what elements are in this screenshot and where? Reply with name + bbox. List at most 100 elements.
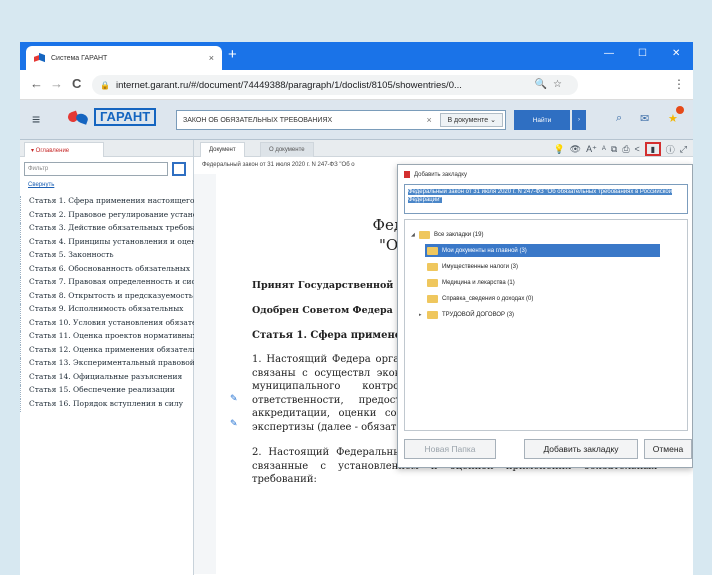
bookmark-name-value: Федеральный закон от 31 июля 2020 г. N 2…	[408, 189, 673, 203]
omnibox-icons[interactable]: 🔍☆	[535, 79, 568, 90]
bookmark-icon[interactable]: ▮	[644, 142, 661, 156]
url-field[interactable]: 🔒 internet.garant.ru/#/document/74449388…	[92, 75, 578, 95]
collapse-link[interactable]: Свернуть	[28, 182, 54, 188]
filter-input[interactable]: Фильтр	[24, 162, 168, 176]
expand-icon[interactable]: ▸	[419, 312, 427, 318]
toc-item[interactable]: Статья 9. Исполнимость обязательных	[20, 304, 194, 318]
address-bar-row: ← → C 🔒 internet.garant.ru/#/document/74…	[20, 70, 693, 100]
tree-node-all-bookmarks[interactable]: ◢ Все закладки (19)	[411, 228, 483, 241]
new-folder-button[interactable]: Новая Папка	[404, 439, 496, 459]
lock-icon: 🔒	[100, 80, 110, 90]
tree-node-label: Справка_сведения о доходах (0)	[442, 295, 534, 302]
new-tab-button[interactable]: +	[228, 46, 237, 64]
browser-menu-icon[interactable]: ⋮	[673, 77, 685, 91]
search-scope-select[interactable]: В документе ⌄	[440, 113, 503, 127]
garant-bird-icon	[66, 112, 90, 126]
comment-pen-icon[interactable]: ✎	[230, 393, 238, 404]
print-icon[interactable]: ⎙	[622, 144, 629, 155]
bookmark-folder-tree: ◢ Все закладки (19) Мои документы на гла…	[404, 219, 688, 431]
bookmark-flag-icon	[404, 171, 410, 178]
comment-pen-icon[interactable]: ✎	[230, 418, 238, 429]
browser-window: Система ГАРАНТ × + — ☐ ✕ ← → C 🔒 interne…	[20, 42, 693, 575]
tree-node-medicine[interactable]: Медицина и лекарства (1)	[425, 276, 515, 289]
toc-item[interactable]: Статья 15. Обеспечение реализации	[20, 385, 194, 399]
tab-contents[interactable]: ▾ Оглавление	[24, 142, 104, 157]
garant-toolbar: ≡ ГАРАНТ ЗАКОН ОБ ОБЯЗАТЕЛЬНЫХ ТРЕБОВАНИ…	[20, 100, 693, 140]
toc-item[interactable]: Статья 6. Обоснованность обязательных	[20, 263, 194, 277]
table-of-contents-panel: ▾ Оглавление Фильтр Свернуть Статья 1. С…	[20, 140, 194, 575]
toc-list: Статья 1. Сфера применения настоящего Ст…	[20, 196, 194, 412]
forward-icon[interactable]: →	[50, 77, 63, 91]
folder-icon	[427, 294, 438, 303]
add-bookmark-dialog: Добавить закладку Федеральный закон от 3…	[397, 164, 693, 468]
logo-text: ГАРАНТ	[94, 108, 157, 126]
title-bar: Система ГАРАНТ × + — ☐ ✕	[20, 42, 693, 70]
font-decrease-icon[interactable]: A	[602, 146, 606, 152]
info-icon[interactable]: ⓘ	[666, 143, 675, 156]
browser-tab[interactable]: Система ГАРАНТ ×	[26, 46, 222, 70]
minimize-icon[interactable]: —	[604, 48, 614, 59]
hamburger-menu-icon[interactable]: ≡	[32, 112, 40, 126]
clear-search-icon[interactable]: ×	[426, 115, 440, 125]
garant-favicon-icon	[34, 54, 46, 62]
tree-node-label: Мои документы на главной (3)	[442, 247, 527, 254]
document-gutter	[194, 174, 216, 574]
add-bookmark-button[interactable]: Добавить закладку	[524, 439, 638, 459]
filter-apply-button[interactable]	[172, 162, 186, 176]
document-tools: 💡 👁 A⁺ A ⧉ ⎙ < ▮ ⓘ ⤢	[553, 142, 687, 156]
garant-logo[interactable]: ГАРАНТ	[66, 108, 166, 132]
font-increase-icon[interactable]: A⁺	[586, 144, 597, 155]
reload-icon[interactable]: C	[72, 77, 81, 91]
tree-node-income-statement[interactable]: Справка_сведения о доходах (0)	[425, 292, 533, 305]
url-text: internet.garant.ru/#/document/74449388/p…	[115, 79, 462, 91]
toc-item[interactable]: Статья 13. Экспериментальный правовой ре…	[20, 358, 194, 372]
toc-item[interactable]: Статья 3. Действие обязательных требован…	[20, 223, 194, 237]
dialog-title: Добавить закладку	[404, 171, 467, 178]
toc-item[interactable]: Статья 4. Принципы установления и оценки	[20, 236, 194, 250]
toc-item[interactable]: Статья 7. Правовая определенность и сист…	[20, 277, 194, 291]
bulb-icon[interactable]: 💡	[553, 144, 564, 155]
close-icon[interactable]: ✕	[672, 48, 680, 59]
search-field[interactable]: ЗАКОН ОБ ОБЯЗАТЕЛЬНЫХ ТРЕБОВАНИЯХ × В до…	[176, 110, 506, 130]
maximize-icon[interactable]: ☐	[638, 48, 647, 59]
bookmark-name-field[interactable]: Федеральный закон от 31 июля 2020 г. N 2…	[404, 184, 688, 214]
dialog-title-text: Добавить закладку	[414, 171, 467, 178]
notification-badge	[676, 106, 684, 114]
toc-item[interactable]: Статья 10. Условия установления обязател…	[20, 317, 194, 331]
toc-item[interactable]: Статья 8. Открытость и предсказуемость	[20, 290, 194, 304]
back-icon[interactable]: ←	[30, 77, 43, 91]
toc-item[interactable]: Статья 1. Сфера применения настоящего	[20, 196, 194, 210]
favorites-star-icon[interactable]: ★	[668, 112, 678, 125]
toc-item[interactable]: Статья 2. Правовое регулирование установ…	[20, 209, 194, 223]
tree-node-label: Все закладки (19)	[434, 231, 484, 238]
tree-node-property-taxes[interactable]: Имущественные налоги (3)	[425, 260, 518, 273]
document-header: Документ О документе 💡 👁 A⁺ A ⧉ ⎙ < ▮ ⓘ …	[194, 140, 693, 157]
tab-close-icon[interactable]: ×	[209, 53, 214, 63]
messages-icon[interactable]: ✉	[640, 112, 649, 125]
folder-icon	[427, 246, 438, 255]
toc-item[interactable]: Статья 5. Законность	[20, 250, 194, 264]
tab-title: Система ГАРАНТ	[51, 54, 108, 62]
toc-header: ▾ Оглавление	[20, 140, 193, 157]
copy-icon[interactable]: ⧉	[611, 144, 617, 155]
tree-node-my-documents[interactable]: Мои документы на главной (3)	[425, 244, 660, 257]
tab-about-document[interactable]: О документе	[260, 142, 314, 157]
toc-item[interactable]: Статья 12. Оценка применения обязательны…	[20, 344, 194, 358]
tree-node-label: Медицина и лекарства (1)	[442, 279, 515, 286]
tree-node-labor-contract[interactable]: ▸ ТРУДОВОЙ ДОГОВОР (3)	[419, 308, 514, 321]
document-subtitle: Федеральный закон от 31 июля 2020 г. N 2…	[202, 162, 355, 168]
eye-icon[interactable]: 👁	[570, 144, 581, 155]
expand-icon[interactable]: ⤢	[680, 144, 687, 155]
toc-item[interactable]: Статья 14. Официальные разъяснения	[20, 371, 194, 385]
cancel-button[interactable]: Отмена	[644, 439, 692, 459]
folder-icon	[419, 230, 430, 239]
toc-item[interactable]: Статья 16. Порядок вступления в силу	[20, 398, 194, 412]
expand-icon[interactable]: ◢	[411, 232, 419, 238]
toc-item[interactable]: Статья 11. Оценка проектов нормативных	[20, 331, 194, 345]
find-options-button[interactable]: ›	[572, 110, 586, 130]
tab-document[interactable]: Документ	[200, 142, 245, 157]
text-search-icon[interactable]: ⌕	[616, 112, 622, 125]
share-icon[interactable]: <	[635, 144, 640, 154]
folder-icon	[427, 278, 438, 287]
find-button[interactable]: Найти	[514, 110, 570, 130]
